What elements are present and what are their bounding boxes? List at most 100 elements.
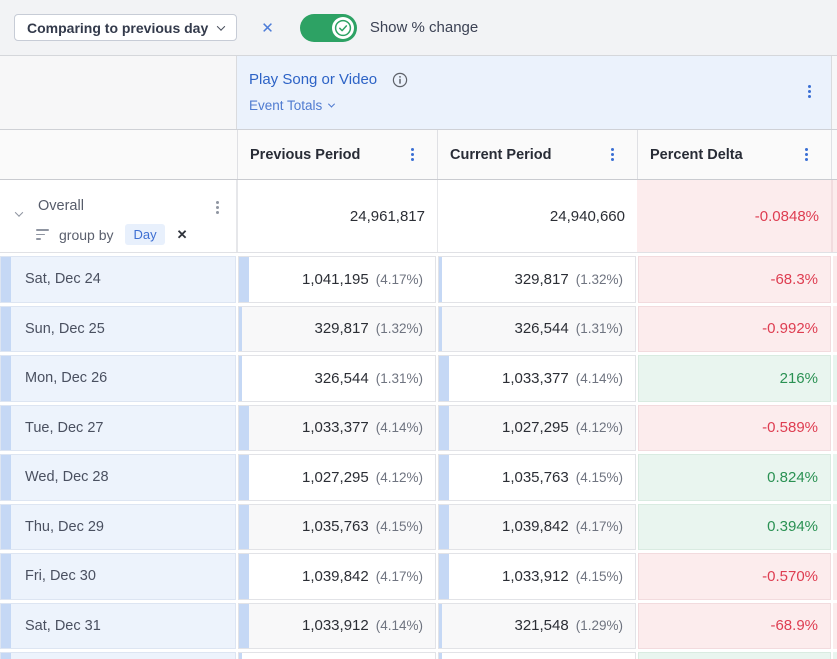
table-row: Wed, Dec 28 1,027,295 (4.12%) 1,035,763 … xyxy=(0,454,837,501)
current-bar xyxy=(439,554,449,599)
previous-bar xyxy=(239,604,249,649)
next-column-header-edge xyxy=(831,130,837,179)
column-menu-kebab-icon[interactable] xyxy=(802,145,811,164)
previous-percent: (4.14%) xyxy=(376,420,423,435)
overall-previous-cell[interactable]: 24,961,817 xyxy=(237,180,437,252)
column-header-current-period[interactable]: Current Period xyxy=(437,130,637,179)
previous-period-cell[interactable]: 329,817 (1.32%) xyxy=(238,306,436,353)
show-percent-change-toggle[interactable] xyxy=(300,14,357,42)
row-label-cell[interactable]: Tue, Dec 27 xyxy=(0,405,236,452)
series-color-stripe xyxy=(1,554,11,599)
previous-period-cell[interactable]: 326,544 (1.31%) xyxy=(238,355,436,402)
overall-label: Overall xyxy=(38,198,84,214)
overall-current-cell[interactable]: 24,940,660 xyxy=(437,180,637,252)
compare-period-dropdown[interactable]: Comparing to previous day xyxy=(14,14,237,41)
overall-delta-value: -0.0848% xyxy=(755,208,819,225)
row-label: Sat, Dec 24 xyxy=(25,271,101,287)
current-period-cell[interactable]: 1,033,912 (4.15%) xyxy=(438,553,636,600)
current-period-cell[interactable] xyxy=(438,652,636,659)
current-period-cell[interactable]: 1,039,842 (4.17%) xyxy=(438,504,636,551)
previous-bar xyxy=(239,554,249,599)
edge-sliver-cell xyxy=(833,603,837,650)
row-label-cell[interactable]: Mon, Dec 26 xyxy=(0,355,236,402)
previous-period-cell[interactable] xyxy=(238,652,436,659)
column-menu-kebab-icon[interactable] xyxy=(408,145,417,164)
overall-label-cell[interactable]: Overall group by Day ✕ xyxy=(0,180,237,252)
previous-value: 1,033,377 xyxy=(302,419,369,436)
delta-value: 0.394% xyxy=(767,518,818,535)
current-period-cell[interactable]: 329,817 (1.32%) xyxy=(438,256,636,303)
delta-cell[interactable]: -0.589% xyxy=(638,405,831,452)
info-icon[interactable] xyxy=(392,72,408,88)
edge-sliver-cell xyxy=(833,652,837,659)
overall-current-value: 24,940,660 xyxy=(550,208,625,225)
previous-percent: (4.12%) xyxy=(376,470,423,485)
row-label-cell[interactable]: Sun, Dec 25 xyxy=(0,306,236,353)
event-menu-kebab-icon[interactable] xyxy=(805,82,814,101)
edge-sliver-cell xyxy=(833,355,837,402)
event-title[interactable]: Play Song or Video xyxy=(249,71,377,88)
row-label: Thu, Dec 29 xyxy=(25,519,104,535)
current-period-cell[interactable]: 1,033,377 (4.14%) xyxy=(438,355,636,402)
current-percent: (4.12%) xyxy=(576,420,623,435)
previous-percent: (1.31%) xyxy=(376,371,423,386)
overall-delta-cell[interactable]: -0.0848% xyxy=(637,180,831,252)
delta-cell[interactable] xyxy=(638,652,831,659)
previous-value: 1,035,763 xyxy=(302,518,369,535)
table-row: Sat, Dec 24 1,041,195 (4.17%) 329,817 (1… xyxy=(0,256,837,303)
row-label-cell[interactable] xyxy=(0,652,236,659)
current-period-cell[interactable]: 1,035,763 (4.15%) xyxy=(438,454,636,501)
current-percent: (4.15%) xyxy=(576,470,623,485)
overall-menu-kebab-icon[interactable] xyxy=(213,198,222,217)
current-period-cell[interactable]: 321,548 (1.29%) xyxy=(438,603,636,650)
remove-comparison-icon[interactable]: ✕ xyxy=(261,19,274,37)
delta-cell[interactable]: -0.570% xyxy=(638,553,831,600)
delta-cell[interactable]: 0.824% xyxy=(638,454,831,501)
row-label-cell[interactable]: Fri, Dec 30 xyxy=(0,553,236,600)
metric-selector[interactable]: Event Totals xyxy=(249,98,334,113)
current-value: 1,033,912 xyxy=(502,568,569,585)
chevron-down-icon xyxy=(217,22,225,30)
collapse-chevron-icon[interactable] xyxy=(15,208,23,216)
row-label-cell[interactable]: Thu, Dec 29 xyxy=(0,504,236,551)
delta-cell[interactable]: -0.992% xyxy=(638,306,831,353)
remove-group-by-icon[interactable]: ✕ xyxy=(177,227,188,243)
column-header-percent-delta[interactable]: Percent Delta xyxy=(637,130,831,179)
column-menu-kebab-icon[interactable] xyxy=(608,145,617,164)
column-header-previous-period[interactable]: Previous Period xyxy=(237,130,437,179)
toggle-check-icon xyxy=(332,17,354,39)
group-by-day-chip[interactable]: Day xyxy=(125,224,164,245)
previous-period-cell[interactable]: 1,039,842 (4.17%) xyxy=(238,553,436,600)
comparison-toolbar: Comparing to previous day ✕ Show % chang… xyxy=(0,0,837,56)
overall-previous-value: 24,961,817 xyxy=(350,208,425,225)
previous-period-cell[interactable]: 1,041,195 (4.17%) xyxy=(238,256,436,303)
previous-period-cell[interactable]: 1,035,763 (4.15%) xyxy=(238,504,436,551)
current-period-cell[interactable]: 1,027,295 (4.12%) xyxy=(438,405,636,452)
delta-cell[interactable]: 216% xyxy=(638,355,831,402)
delta-value: 216% xyxy=(780,370,818,387)
previous-value: 326,544 xyxy=(314,370,368,387)
previous-period-cell[interactable]: 1,033,377 (4.14%) xyxy=(238,405,436,452)
metric-selector-label: Event Totals xyxy=(249,98,322,113)
delta-cell[interactable]: 0.394% xyxy=(638,504,831,551)
current-bar xyxy=(439,653,442,659)
current-bar xyxy=(439,356,449,401)
row-label-cell[interactable]: Sat, Dec 24 xyxy=(0,256,236,303)
delta-cell[interactable]: -68.3% xyxy=(638,256,831,303)
row-label-cell[interactable]: Wed, Dec 28 xyxy=(0,454,236,501)
previous-period-cell[interactable]: 1,033,912 (4.14%) xyxy=(238,603,436,650)
edge-sliver-cell xyxy=(833,454,837,501)
delta-cell[interactable]: -68.9% xyxy=(638,603,831,650)
previous-period-cell[interactable]: 1,027,295 (4.12%) xyxy=(238,454,436,501)
row-label: Sat, Dec 31 xyxy=(25,618,101,634)
current-bar xyxy=(439,455,449,500)
series-color-stripe xyxy=(1,455,11,500)
current-value: 1,035,763 xyxy=(502,469,569,486)
row-label-cell[interactable]: Sat, Dec 31 xyxy=(0,603,236,650)
delta-value: -0.570% xyxy=(762,568,818,585)
table-row: Sun, Dec 25 329,817 (1.32%) 326,544 (1.3… xyxy=(0,306,837,353)
current-period-cell[interactable]: 326,544 (1.31%) xyxy=(438,306,636,353)
delta-value: -68.3% xyxy=(770,271,818,288)
row-label: Sun, Dec 25 xyxy=(25,321,105,337)
previous-value: 329,817 xyxy=(314,320,368,337)
